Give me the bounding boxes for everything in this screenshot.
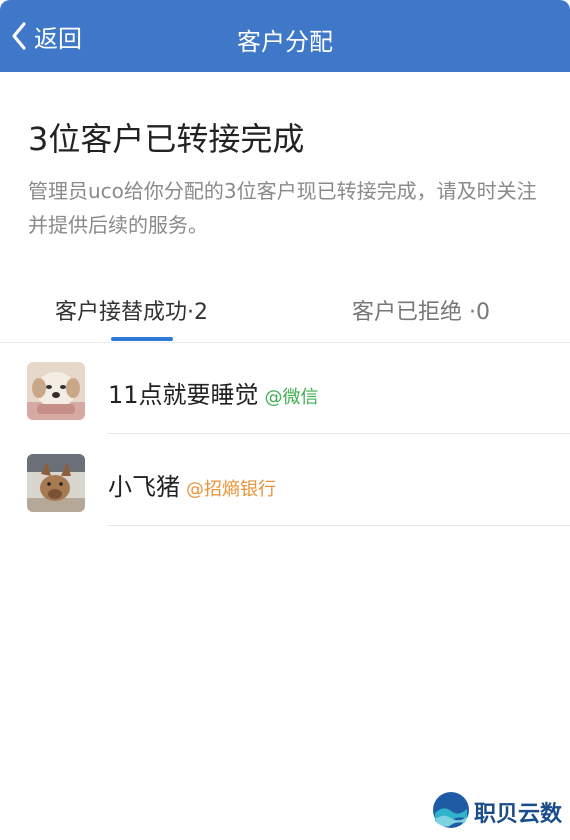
tab-rejected[interactable]: 客户已拒绝 ·0 <box>352 280 490 340</box>
list-item[interactable]: 小飞猪 @招熵银行 <box>0 434 570 526</box>
divider <box>107 525 570 526</box>
navigation-bar: 返回 客户分配 <box>0 0 570 72</box>
watermark-text: 职贝云数 <box>473 802 562 827</box>
logo-icon <box>432 791 470 833</box>
customer-name: 11点就要睡觉 @微信 <box>108 375 319 410</box>
page-title: 客户分配 <box>237 28 333 56</box>
puppy-avatar <box>27 362 85 420</box>
pig-toy-avatar <box>27 454 85 512</box>
customer-name-text: 11点就要睡觉 <box>108 381 259 409</box>
customer-name: 小飞猪 @招熵银行 <box>108 467 276 502</box>
customer-name-text: 小飞猪 <box>108 473 180 501</box>
customer-source-tag: @招熵银行 <box>186 479 276 500</box>
tab-success[interactable]: 客户接替成功·2 <box>55 280 208 340</box>
transfer-heading: 3位客户已转接完成 <box>28 120 305 158</box>
transfer-description: 管理员uco给你分配的3位客户现已转接完成，请及时关注并提供后续的服务。 <box>28 179 537 237</box>
watermark: 职贝云数 <box>432 792 562 832</box>
tab-active-indicator <box>111 337 173 341</box>
list-item[interactable]: 11点就要睡觉 @微信 <box>0 342 570 434</box>
avatar <box>27 362 85 420</box>
customer-source-tag: @微信 <box>264 387 319 408</box>
avatar <box>27 454 85 512</box>
tab-bar: 客户接替成功·2 客户已拒绝 ·0 <box>0 280 570 343</box>
